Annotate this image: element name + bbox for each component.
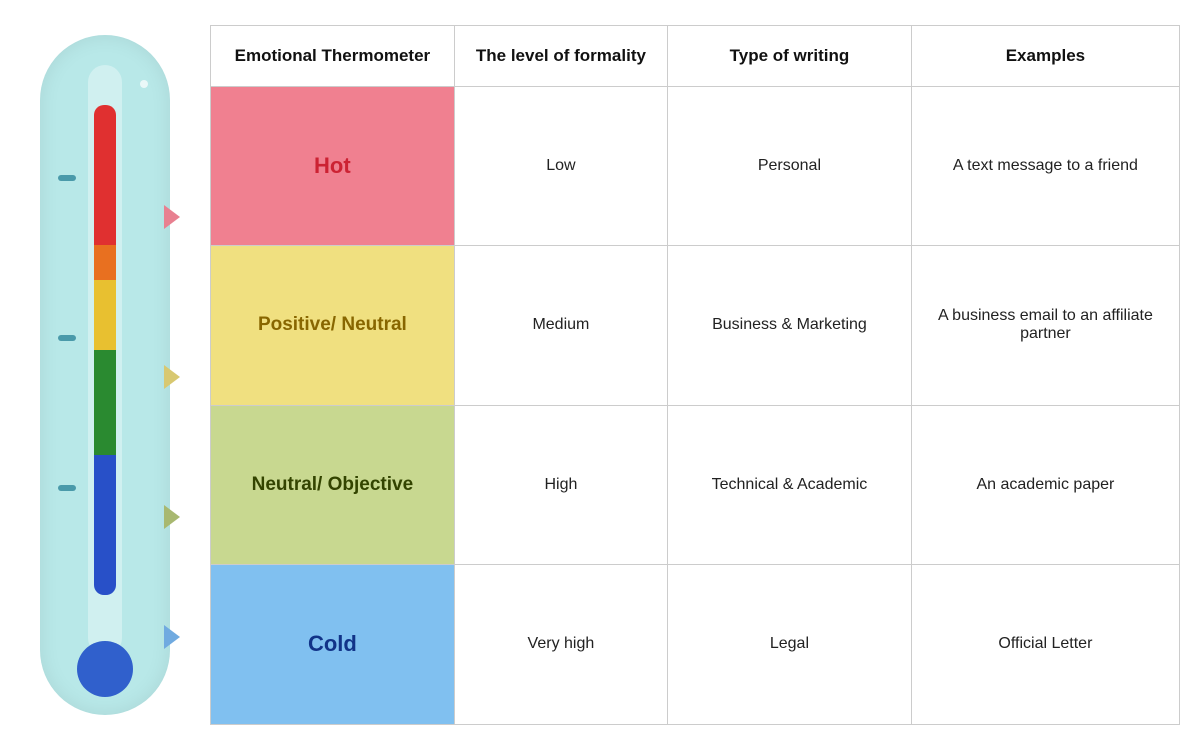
cell-type: Personal: [668, 86, 912, 246]
arrow-neutral: [164, 505, 180, 529]
band-orange: [94, 245, 116, 280]
cell-level: Positive/ Neutral: [211, 246, 455, 406]
arrow-cold: [164, 625, 180, 649]
main-container: Emotional Thermometer The level of forma…: [20, 15, 1180, 735]
cell-formality: Low: [454, 86, 667, 246]
arrow-positive: [164, 365, 180, 389]
thermometer-bulb: [77, 641, 133, 697]
band-blue: [94, 455, 116, 595]
table-header-row: Emotional Thermometer The level of forma…: [211, 25, 1180, 86]
thermometer-wrap: [20, 25, 190, 725]
band-yellow: [94, 280, 116, 350]
header-examples: Examples: [911, 25, 1179, 86]
tick-mark-2: [58, 335, 76, 341]
cell-example: Official Letter: [911, 565, 1179, 725]
tick-mark-1: [58, 175, 76, 181]
band-green: [94, 350, 116, 455]
cell-type: Business & Marketing: [668, 246, 912, 406]
header-formality: The level of formality: [454, 25, 667, 86]
cell-type: Legal: [668, 565, 912, 725]
cell-example: A text message to a friend: [911, 86, 1179, 246]
cell-example: A business email to an affiliate partner: [911, 246, 1179, 406]
cell-example: An academic paper: [911, 405, 1179, 565]
emotion-table: Emotional Thermometer The level of forma…: [210, 25, 1180, 725]
cell-level: Hot: [211, 86, 455, 246]
cell-level: Neutral/ Objective: [211, 405, 455, 565]
table-row: ColdVery highLegalOfficial Letter: [211, 565, 1180, 725]
table-wrap: Emotional Thermometer The level of forma…: [210, 25, 1180, 725]
table-row: HotLowPersonalA text message to a friend: [211, 86, 1180, 246]
thermometer-highlight: [140, 80, 148, 88]
table-row: Neutral/ ObjectiveHighTechnical & Academ…: [211, 405, 1180, 565]
tick-mark-3: [58, 485, 76, 491]
thermometer-bands: [94, 105, 116, 595]
cell-formality: Very high: [454, 565, 667, 725]
cell-type: Technical & Academic: [668, 405, 912, 565]
thermometer: [40, 35, 170, 715]
cell-level: Cold: [211, 565, 455, 725]
header-type-of-writing: Type of writing: [668, 25, 912, 86]
cell-formality: Medium: [454, 246, 667, 406]
arrow-hot: [164, 205, 180, 229]
header-emotional-thermometer: Emotional Thermometer: [211, 25, 455, 86]
band-red: [94, 105, 116, 245]
cell-formality: High: [454, 405, 667, 565]
table-row: Positive/ NeutralMediumBusiness & Market…: [211, 246, 1180, 406]
